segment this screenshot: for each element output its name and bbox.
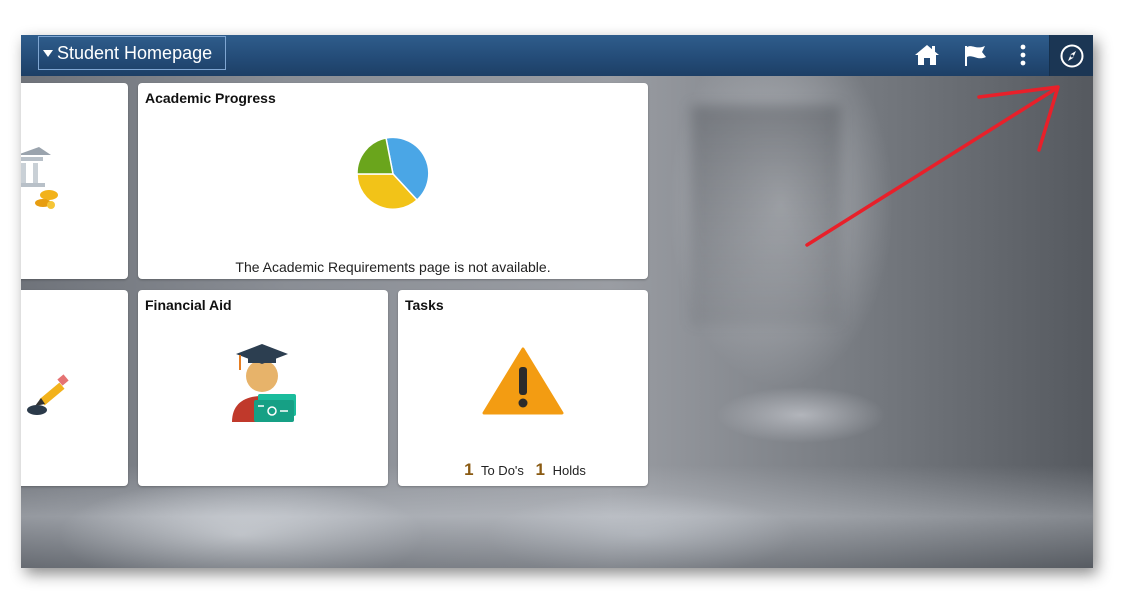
- annotation-arrow: [805, 85, 1060, 247]
- screenshot-frame: Student Homepage Academic Progress The A…: [21, 35, 1093, 568]
